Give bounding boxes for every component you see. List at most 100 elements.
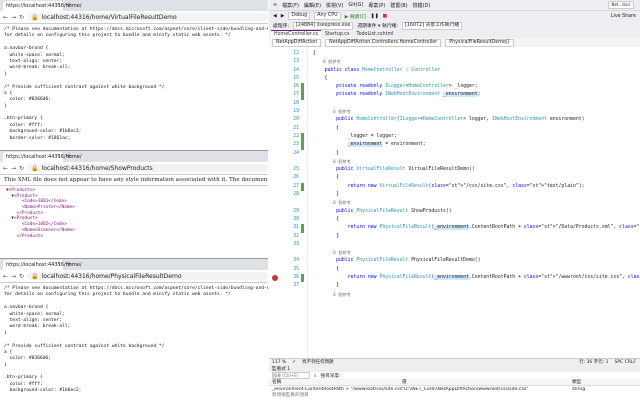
- close-icon[interactable]: ✕: [57, 2, 61, 8]
- menu-item[interactable]: 專案(P): [368, 2, 385, 9]
- reload-icon[interactable]: ↻: [19, 14, 24, 21]
- watch-title: 監看式 1: [269, 365, 640, 372]
- reference-hint[interactable]: 0 個參考: [309, 158, 640, 166]
- menu-item[interactable]: 檢視(V): [326, 2, 343, 9]
- back-icon[interactable]: ◀: [273, 14, 277, 19]
- code-line[interactable]: 30 {: [293, 216, 640, 224]
- code-line[interactable]: 12 {: [293, 50, 640, 58]
- line-number: 32: [293, 233, 299, 239]
- back-icon[interactable]: ←: [3, 273, 8, 280]
- url-field[interactable]: 🔒 localhost:44316/home/PhysicalFileResul…: [27, 272, 268, 280]
- address-bar: ← → ↻ 🔒 localhost:44316/home/ShowProduct…: [0, 162, 268, 175]
- line-number: 19: [293, 109, 299, 115]
- code-editor[interactable]: 12{13 0 個參考 14 public class HomeControlle…: [269, 47, 640, 358]
- menu-item[interactable]: 偵錯(D): [413, 2, 431, 9]
- browser-tab[interactable]: https://localhost:44316/home/ ✕: [3, 152, 82, 162]
- code-line[interactable]: 16 private readonly ILogger<HomeControll…: [293, 83, 640, 92]
- code-line[interactable]: 15 {: [293, 75, 640, 83]
- code-line[interactable]: 37 }: [293, 282, 640, 290]
- line-text: {: [313, 125, 339, 131]
- code-line[interactable]: 20 public HomeController(ILogger<HomeCon…: [293, 116, 640, 124]
- code-line[interactable]: 31 return new PhysicalFileResult(_enviro…: [293, 224, 640, 233]
- code-line[interactable]: 36 return new PhysicalFileResult(_enviro…: [272, 274, 640, 283]
- breakpoint-icon[interactable]: [272, 275, 278, 282]
- tab-homecontroller[interactable]: HomeController.cs: [271, 30, 321, 38]
- back-icon[interactable]: ←: [3, 14, 8, 21]
- tab-startup[interactable]: Startup.cs: [322, 31, 352, 38]
- reference-hint[interactable]: 19 0 個參考: [293, 108, 640, 116]
- close-icon[interactable]: ✕: [57, 261, 61, 267]
- reference-hint[interactable]: 0 個參考: [309, 249, 640, 257]
- forward-icon[interactable]: →: [11, 14, 16, 21]
- code-line[interactable]: 34 public PhysicalFileResult PhysicalFil…: [293, 257, 640, 265]
- line-text: }: [313, 283, 339, 289]
- pause-icon[interactable]: ❚❚: [371, 14, 379, 19]
- line-number: 15: [293, 75, 299, 81]
- code-line[interactable]: 27 return new VirtualFileResult(class="s…: [293, 182, 640, 192]
- forward-icon[interactable]: →: [11, 165, 16, 172]
- zoom-level[interactable]: 117 %: [272, 360, 286, 365]
- watch-add-label: 新增要監看的項目: [272, 393, 309, 398]
- code-line[interactable]: 33: [293, 241, 640, 249]
- browser-tab[interactable]: https://localhost:44316/home/ ✕: [3, 1, 82, 11]
- platform-select[interactable]: Any CPU: [314, 12, 341, 20]
- code-line[interactable]: 28 }: [293, 191, 640, 199]
- new-tab-icon[interactable]: +: [66, 1, 72, 9]
- line-number: 27: [293, 183, 299, 189]
- close-icon[interactable]: ✕: [57, 153, 61, 159]
- code-line[interactable]: 24 }: [293, 150, 640, 158]
- reload-icon[interactable]: ↻: [19, 165, 24, 172]
- watch-search-input[interactable]: 搜尋 (Ctrl+E): [272, 372, 310, 379]
- thread-select[interactable]: [16072] 背景工作執行緒: [401, 21, 463, 30]
- reference-hint[interactable]: 0 個參考: [309, 291, 640, 299]
- code-line[interactable]: 29 public PhysicalFileResult ShowProduct…: [293, 208, 640, 216]
- line-text: }: [313, 192, 339, 198]
- continue-button[interactable]: ▶ 繼續(C): [345, 13, 367, 20]
- reference-hint[interactable]: 0 個參考: [309, 199, 640, 207]
- back-icon[interactable]: ←: [3, 165, 8, 172]
- menu-item[interactable]: 編輯(E): [304, 2, 321, 9]
- url-field[interactable]: 🔒 localhost:44316/home/ShowProducts: [27, 164, 268, 172]
- forward-icon[interactable]: →: [11, 273, 16, 280]
- code-line[interactable]: 21 {: [293, 125, 640, 133]
- watch-depth-label: 搜尋深度:: [320, 373, 341, 379]
- code-line[interactable]: 25 public VirtualFileResult VirtualFileR…: [293, 166, 640, 174]
- code-line[interactable]: 32 }: [293, 233, 640, 241]
- member-select[interactable]: PhysicalFileResultDemo(): [445, 38, 514, 47]
- line-text: private readonly IWebHostEnvironment _en…: [336, 92, 481, 98]
- reference-hint[interactable]: 13 0 個參考: [293, 58, 640, 66]
- reload-icon[interactable]: ↻: [19, 273, 24, 280]
- line-text: _logger = logger;: [313, 133, 397, 139]
- code-line[interactable]: 22 _logger = logger;: [293, 132, 640, 142]
- live-share-button[interactable]: Live Share: [611, 14, 636, 19]
- forward-icon[interactable]: ▶: [281, 14, 285, 19]
- new-tab-icon[interactable]: +: [66, 260, 72, 268]
- tab-todolist[interactable]: TodoList.cshtml: [353, 31, 396, 38]
- menu-item[interactable]: Git(G): [348, 2, 363, 8]
- search-icon[interactable]: ⌕: [314, 373, 317, 379]
- project-select[interactable]: NetAppDiffAction: [272, 38, 322, 47]
- code-line[interactable]: 26 {: [293, 174, 640, 182]
- line-number: 26: [293, 175, 299, 181]
- browser-tab[interactable]: https://localhost:44316/home/ ✕: [3, 260, 82, 270]
- process-select[interactable]: [24884] iisexpress.exe: [293, 21, 354, 30]
- new-tab-icon[interactable]: +: [66, 152, 72, 160]
- code-line[interactable]: 17 private readonly IWebHostEnvironment …: [293, 91, 640, 100]
- line-text: public HomeController(ILogger<HomeContro…: [336, 117, 585, 123]
- watch-panel: 監看式 1 搜尋 (Ctrl+E) ⌕ 搜尋深度: 名稱 值 類型 _envir…: [269, 365, 640, 402]
- watch-add-row[interactable]: 新增要監看的項目: [269, 392, 640, 398]
- line-text: public class HomeController : Controller: [324, 67, 441, 73]
- line-text: public PhysicalFileResult PhysicalFileRe…: [336, 258, 481, 264]
- code-line[interactable]: 18: [293, 100, 640, 108]
- menu-item[interactable]: 檔案(F): [282, 2, 299, 9]
- code-line[interactable]: 14 public class HomeController : Control…: [293, 67, 640, 75]
- line-number: 25: [293, 167, 299, 173]
- code-line[interactable]: 35 {: [293, 266, 640, 274]
- class-select[interactable]: NetAppDiffAction.Controllers.HomeControl…: [325, 38, 442, 47]
- menu-item[interactable]: 建置(B): [390, 2, 407, 9]
- url-field[interactable]: 🔒 localhost:44316/home/VirtualFileResult…: [27, 13, 268, 21]
- config-select[interactable]: Debug: [288, 12, 311, 20]
- search-box[interactable]: Net...tion: [607, 1, 634, 9]
- code-line[interactable]: 23 _environment = environment;: [293, 141, 640, 150]
- stop-icon[interactable]: ■: [383, 14, 388, 19]
